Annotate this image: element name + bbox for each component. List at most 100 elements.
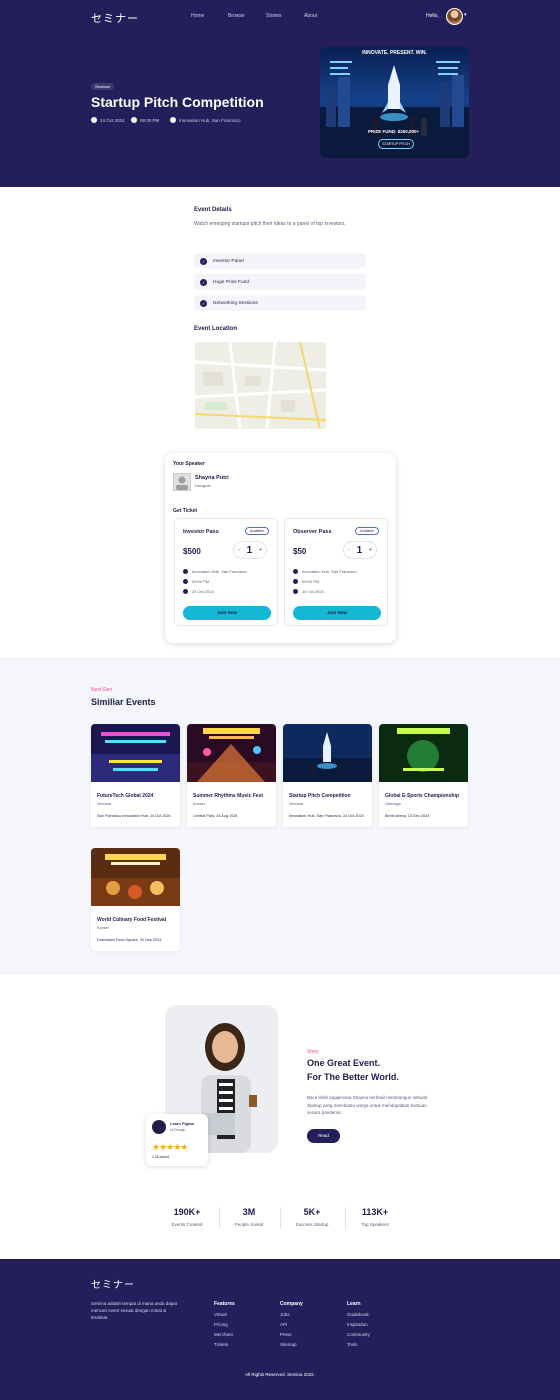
event-card[interactable]: FutureTech Global 2024 Seminar San Franc… [91, 724, 180, 827]
stat-label: Events Created [171, 1222, 203, 1227]
location-map[interactable] [195, 342, 326, 429]
event-thumbnail [187, 724, 276, 782]
event-time: 09:00 PM [131, 117, 159, 123]
check-icon: ✓ [200, 278, 207, 286]
nav-browse[interactable]: Browse [228, 13, 245, 19]
location-pin-icon [183, 569, 188, 574]
footer-link[interactable]: API [280, 1322, 287, 1327]
story-title-line1: One Great Event. [307, 1058, 381, 1068]
event-card[interactable]: Startup Pitch Competition Seminar Innova… [283, 724, 372, 827]
location-pin-icon [293, 569, 298, 574]
decrement-button[interactable]: - [348, 547, 350, 553]
copyright-text: All Rights Reserved. Semina 2022. [245, 1372, 315, 1377]
event-poster-image: INNOVATE. PRESENT. WIN. PRIZE FUND: $250… [320, 47, 469, 158]
footer-link[interactable]: Sitemap [280, 1342, 297, 1347]
hero-section [0, 0, 560, 187]
footer-link[interactable]: Tools [347, 1342, 358, 1347]
event-thumbnail [379, 724, 468, 782]
footer-link[interactable]: Pricing [214, 1322, 228, 1327]
footer-link[interactable]: Press [280, 1332, 292, 1337]
clock-icon [183, 579, 188, 584]
decrement-button[interactable]: - [238, 547, 240, 553]
event-details-heading: Event Details [194, 207, 232, 213]
join-now-button[interactable]: Join Now [293, 606, 381, 620]
footer-link[interactable]: Merchant [214, 1332, 233, 1337]
user-avatar[interactable] [446, 8, 463, 25]
footer-link[interactable]: Inspiration [347, 1322, 368, 1327]
feature-item: ✓ Huge Prize Fund [194, 274, 366, 290]
story-title-line2: For The Better World. [307, 1072, 399, 1082]
story-eyebrow: Story [307, 1049, 319, 1055]
stat-value: 113K+ [361, 1207, 389, 1217]
brand-logo[interactable]: セミナー [91, 10, 139, 26]
stat-value: 190K+ [173, 1207, 201, 1217]
footer-link[interactable]: Community [347, 1332, 370, 1337]
footer [0, 1259, 560, 1400]
footer-col-heading: Learn [347, 1301, 361, 1307]
story-body: Baca lebih bagaimana Shayna berhasil mem… [307, 1095, 428, 1116]
similar-events-heading: Similiar Events [91, 697, 156, 707]
ticket-heading: Get Ticket [173, 508, 198, 514]
calendar-icon [293, 589, 298, 594]
greeting-text: Hello, [426, 13, 439, 19]
event-location-heading: Event Location [194, 326, 238, 332]
event-card[interactable]: Summer Rhythms Music Fest Konser Central… [187, 724, 276, 827]
nav-about[interactable]: About [304, 13, 317, 19]
event-thumbnail [91, 724, 180, 782]
section-eyebrow: Next Gen [91, 687, 113, 693]
footer-col-heading: Company [280, 1301, 303, 1307]
event-card[interactable]: Global E-Sports Championship Olahraga Be… [379, 724, 468, 827]
footer-link[interactable]: Jobs [280, 1312, 290, 1317]
feature-item: ✓ Investor Panel [194, 253, 366, 269]
clock-icon [131, 117, 137, 123]
join-now-button[interactable]: Join Now [183, 606, 271, 620]
footer-link[interactable]: Guidebook [347, 1312, 369, 1317]
event-category-badge: Seminar [91, 83, 114, 90]
footer-link[interactable]: Tickets [214, 1342, 228, 1347]
star-rating-icon: ★★★★★ [152, 1142, 188, 1152]
footer-about: Semina adalah tempat di mana anda dapat … [91, 1301, 178, 1321]
stat-label: Success Startup [295, 1222, 329, 1227]
course-rating-card: Learn Figma UI Design ★★★★★ 1.2k joined [146, 1114, 208, 1166]
event-thumbnail [91, 848, 180, 906]
quantity-value: 1 [246, 544, 253, 556]
read-button[interactable]: Read [307, 1129, 340, 1143]
availability-badge: Available [354, 527, 379, 535]
event-description: Watch emerging startups pitch their idea… [194, 221, 346, 227]
quantity-stepper: - 1 + [343, 541, 377, 559]
stat-value: 5K+ [303, 1207, 321, 1217]
ticket-card-investor: Investor Pass Available $500 - 1 + Innov… [174, 518, 278, 626]
location-pin-icon [170, 117, 176, 123]
ticket-card-observer: Observer Pass Available $50 - 1 + Innova… [284, 518, 388, 626]
increment-button[interactable]: + [369, 547, 372, 553]
speaker-heading: Your Speaker [173, 461, 205, 467]
chevron-down-icon[interactable]: ▾ [464, 12, 467, 18]
footer-link[interactable]: Virtual [214, 1312, 227, 1317]
figma-icon [152, 1120, 166, 1134]
footer-logo[interactable]: セミナー [91, 1276, 135, 1291]
check-icon: ✓ [200, 299, 207, 307]
stat-label: People Joined [234, 1222, 264, 1227]
ticket-price: $50 [293, 547, 307, 556]
event-location: Innovation Hub, San Francisco [170, 117, 241, 123]
speaker-name: Shayna Putri [195, 475, 229, 481]
availability-badge: Available [244, 527, 269, 535]
nav-home[interactable]: Home [191, 13, 204, 19]
calendar-icon [91, 117, 97, 123]
increment-button[interactable]: + [259, 547, 262, 553]
speaker-avatar [173, 473, 191, 491]
check-icon: ✓ [200, 257, 207, 265]
feature-item: ✓ Networking Sessions [194, 295, 366, 311]
event-date: 24 Oct 2024 [91, 117, 125, 123]
ticket-price: $500 [183, 547, 201, 556]
stat-value: 3M [242, 1207, 256, 1217]
nav-stories[interactable]: Stories [266, 13, 282, 19]
event-thumbnail [283, 724, 372, 782]
quantity-stepper: - 1 + [233, 541, 267, 559]
calendar-icon [183, 589, 188, 594]
clock-icon [293, 579, 298, 584]
event-card[interactable]: World Culinary Food Festival Konser Down… [91, 848, 180, 951]
footer-col-heading: Features [214, 1301, 235, 1307]
speaker-role: Designer [195, 483, 212, 488]
similar-events-section [0, 657, 560, 975]
